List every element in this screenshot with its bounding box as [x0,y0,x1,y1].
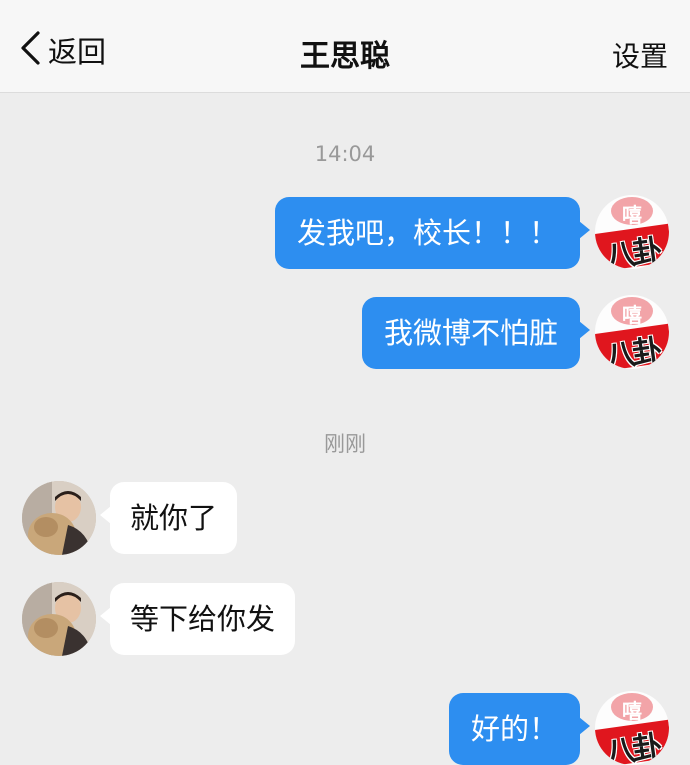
message-text: 等下给你发 [130,602,276,636]
avatar-top-char: 嘻 [622,699,642,723]
message-text: 发我吧，校长！！！ [296,216,558,250]
page-title: 王思聪 [300,39,390,74]
avatar-banner-text: 八卦 [603,333,662,369]
message-bubble-sent[interactable]: 发我吧，校长！！！ [274,197,591,269]
message-bubble-received[interactable]: 就你了 [99,482,238,554]
message-bubble-received[interactable]: 等下给你发 [99,583,296,655]
contact-photo-icon [22,481,96,555]
settings-button[interactable]: 设置 [612,35,668,75]
message-text: 好的！ [470,712,558,746]
timestamp: 14:04 [314,142,376,166]
message-text: 就你了 [130,501,218,535]
avatar-banner-text: 八卦 [603,233,662,269]
contact-photo-icon [22,582,96,656]
my-avatar[interactable]: 嘻 八卦 [595,195,669,269]
nav-bar: 返回 王思聪 设置 [0,0,690,93]
my-avatar[interactable]: 嘻 八卦 [595,295,669,369]
contact-avatar[interactable] [22,582,96,656]
contact-avatar[interactable] [22,481,96,555]
timestamp: 刚刚 [324,432,366,456]
message-bubble-sent[interactable]: 我微博不怕脏 [361,297,591,369]
my-avatar[interactable]: 嘻 八卦 [595,691,669,765]
avatar-top-char: 嘻 [622,203,642,227]
message-bubble-sent[interactable]: 好的！ [448,693,591,765]
message-text: 我微博不怕脏 [383,316,558,350]
avatar-top-char: 嘻 [622,303,642,327]
avatar-banner-text: 八卦 [603,729,662,765]
